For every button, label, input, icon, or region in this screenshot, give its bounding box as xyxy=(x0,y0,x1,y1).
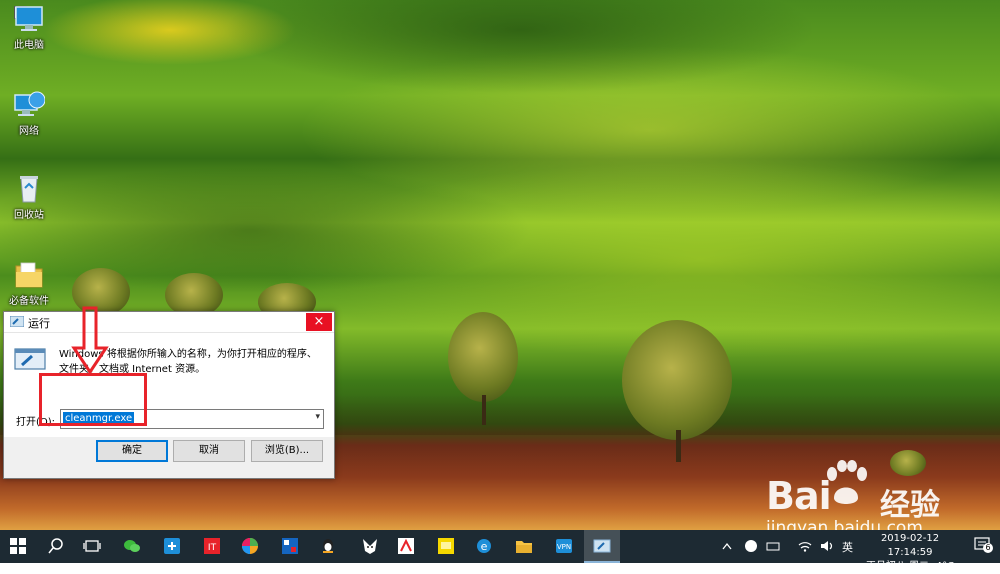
cancel-button[interactable]: 取消 xyxy=(173,440,245,462)
arrow-down-icon xyxy=(71,306,109,375)
taskbar-app-toolbox[interactable] xyxy=(272,530,308,563)
clock-lunar-weather: 正月初八 周二 -4°C xyxy=(865,561,955,572)
app-tray-icon[interactable] xyxy=(744,539,758,553)
desktop-icon-label: 此电脑 xyxy=(14,40,44,51)
toolbox-icon xyxy=(282,538,298,554)
search-button[interactable] xyxy=(38,530,74,563)
notification-center[interactable]: 6 xyxy=(974,537,993,553)
pinwheel-icon xyxy=(242,538,258,554)
browse-button[interactable]: 浏览(B)... xyxy=(251,440,323,462)
tree xyxy=(448,312,518,402)
task-view-button[interactable] xyxy=(74,530,110,563)
run-icon xyxy=(10,316,24,327)
clock[interactable]: 2019-02-12 17:14:59 正月初八 周二 -4°C xyxy=(860,532,960,574)
acrobat-icon xyxy=(398,538,414,554)
system-tray xyxy=(722,530,834,563)
chevron-up-icon[interactable] xyxy=(722,542,732,550)
chevron-down-icon[interactable]: ▾ xyxy=(315,412,320,422)
sticky-note-icon xyxy=(438,538,454,554)
wechat-icon xyxy=(124,540,140,552)
desktop-icon-label: 必备软件 xyxy=(9,296,49,307)
wifi-icon[interactable] xyxy=(798,540,812,552)
run-icon xyxy=(593,539,611,553)
desktop-icon-label: 回收站 xyxy=(14,210,44,221)
qq-icon xyxy=(323,539,333,553)
taskbar-app-qq[interactable] xyxy=(310,530,346,563)
watermark-logo: Bai xyxy=(766,474,832,518)
app-grid-icon xyxy=(164,538,180,554)
file-explorer-icon xyxy=(516,541,532,553)
it-app-icon: IT xyxy=(204,538,220,554)
svg-text:e: e xyxy=(481,540,488,553)
tree-trunk xyxy=(676,430,681,462)
fox-icon xyxy=(363,539,377,554)
vpn-icon: VPN xyxy=(556,539,572,553)
task-view-icon xyxy=(83,540,101,552)
taskbar-app-vpn[interactable]: VPN xyxy=(546,530,582,563)
keyboard-icon[interactable] xyxy=(766,539,780,553)
desktop-icon-label: 网络 xyxy=(19,126,39,137)
taskbar-app-wechat[interactable] xyxy=(114,530,150,563)
ime-indicator[interactable]: 英 xyxy=(842,539,853,572)
taskbar-app-fox[interactable] xyxy=(352,530,388,563)
ie-icon: e xyxy=(477,539,491,553)
desktop-icon-software-folder[interactable]: 必备软件 xyxy=(4,260,54,307)
highlight-box xyxy=(39,373,147,426)
network-icon xyxy=(13,90,46,120)
clock-date-time: 2019-02-12 17:14:59 xyxy=(880,533,940,558)
taskbar-app-sticky-note[interactable] xyxy=(428,530,464,563)
dialog-title: 运行 xyxy=(28,317,50,330)
taskbar-app-pinwheel[interactable] xyxy=(232,530,268,563)
taskbar-app-run[interactable] xyxy=(584,530,620,563)
close-button[interactable]: × xyxy=(306,313,332,331)
taskbar-app-file-explorer[interactable] xyxy=(506,530,542,563)
desktop-icon-recycle-bin[interactable]: 回收站 xyxy=(4,174,54,221)
recycle-bin-icon xyxy=(13,174,45,204)
start-button[interactable] xyxy=(0,530,36,563)
ok-button[interactable]: 确定 xyxy=(96,440,168,462)
run-dialog-titlebar[interactable]: 运行 × xyxy=(4,312,334,333)
tree xyxy=(622,320,732,440)
folder-icon xyxy=(13,260,45,290)
this-pc-icon xyxy=(13,4,45,34)
taskbar-app-grid[interactable] xyxy=(154,530,190,563)
start-icon xyxy=(10,538,26,554)
notification-count: 6 xyxy=(983,543,993,553)
volume-icon[interactable] xyxy=(820,540,834,552)
svg-text:VPN: VPN xyxy=(557,543,571,551)
baidu-watermark: Bai 经验 jingyan.baidu.com xyxy=(760,458,980,538)
desktop-icon-this-pc[interactable]: ✔ 此电脑 xyxy=(4,4,54,51)
tree-trunk xyxy=(482,395,486,425)
search-icon xyxy=(48,538,63,554)
taskbar-app-ie[interactable]: e xyxy=(466,530,502,563)
taskbar-app-acrobat[interactable] xyxy=(388,530,424,563)
taskbar-app-it[interactable]: IT xyxy=(194,530,230,563)
run-program-icon xyxy=(14,348,46,370)
svg-text:IT: IT xyxy=(208,543,217,553)
desktop-icon-network[interactable]: 网络 xyxy=(4,90,54,137)
taskbar: IT e VPN 英 2019-02-12 17:14:59 正月初八 周二 - xyxy=(0,530,1000,572)
